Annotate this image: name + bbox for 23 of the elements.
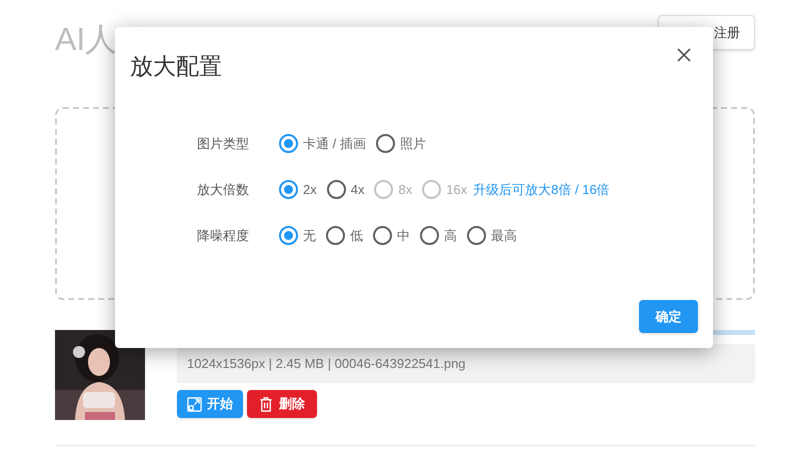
close-icon	[676, 47, 692, 63]
radio-option[interactable]: 无	[279, 226, 316, 246]
file-info: 1024x1536px | 2.45 MB | 00046-643922541.png	[177, 344, 755, 383]
radio-option[interactable]: 照片	[376, 134, 426, 154]
trash-icon	[259, 396, 273, 412]
field-label: 图片类型	[197, 134, 250, 153]
radio-option[interactable]: 2x	[279, 180, 317, 200]
confirm-button[interactable]: 确定	[639, 300, 698, 333]
field-label: 降噪程度	[197, 226, 250, 245]
field-label: 放大倍数	[197, 180, 250, 199]
page-title: AI人	[55, 20, 118, 59]
radio-option[interactable]: 卡通 / 插画	[279, 134, 366, 154]
dialog-title: 放大配置	[130, 52, 222, 81]
radio-option[interactable]: 高	[420, 226, 457, 246]
delete-button[interactable]: 删除	[247, 390, 317, 418]
upgrade-link[interactable]: 升级后可放大8倍 / 16倍	[473, 180, 610, 200]
close-button[interactable]	[676, 47, 692, 63]
expand-icon	[187, 396, 202, 412]
radio-option[interactable]: 低	[326, 226, 363, 246]
radio-option[interactable]: 中	[373, 226, 410, 246]
radio-option[interactable]: 最高	[467, 226, 517, 246]
start-button[interactable]: 开始	[177, 390, 243, 418]
radio-option[interactable]: 4x	[326, 180, 364, 200]
